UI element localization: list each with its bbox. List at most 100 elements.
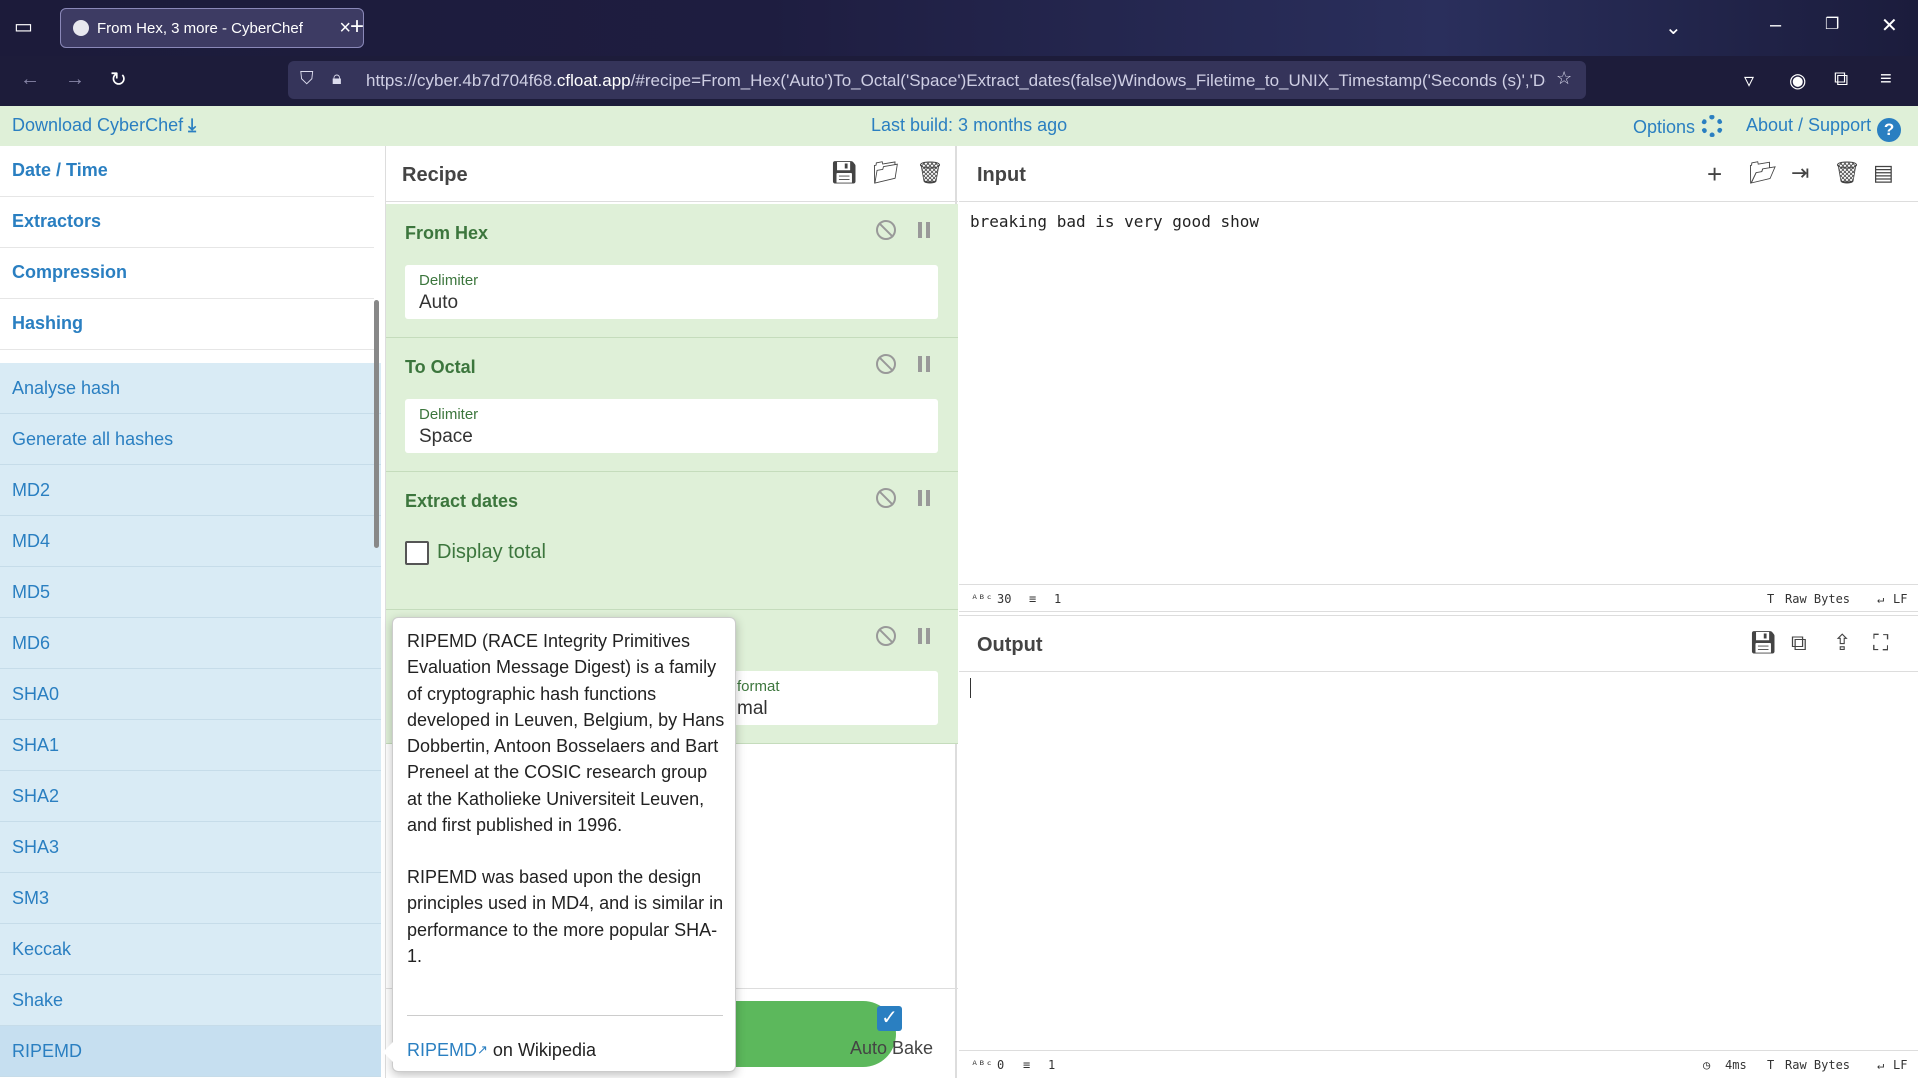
download-cyberchef-link[interactable]: Download CyberChef ⤓ bbox=[12, 115, 196, 136]
input-header: Input + 📂︎ ⇥ 🗑︎ ▤ bbox=[959, 146, 1918, 202]
disable-step-icon[interactable] bbox=[876, 354, 896, 374]
input-eol[interactable]: LF bbox=[1893, 592, 1907, 606]
browser-tab[interactable]: From Hex, 3 more - CyberChef × bbox=[60, 8, 364, 48]
save-recipe-icon[interactable]: 💾︎ bbox=[830, 160, 858, 186]
recipe-step-to-octal[interactable]: To Octal Delimiter Space bbox=[386, 338, 958, 472]
op-keccak[interactable]: Keccak bbox=[0, 924, 381, 975]
char-count-icon: ᴬᴮᶜ bbox=[971, 1058, 993, 1072]
list-tabs-chevron-icon[interactable]: ⌄ bbox=[1665, 15, 1682, 40]
category-hashing[interactable]: Hashing bbox=[0, 299, 374, 350]
field-value[interactable]: Space bbox=[419, 426, 473, 448]
add-input-icon[interactable]: + bbox=[1707, 159, 1722, 190]
disable-step-icon[interactable] bbox=[876, 626, 896, 646]
reset-layout-icon[interactable]: ▤ bbox=[1873, 160, 1894, 186]
display-total-label[interactable]: Display total bbox=[437, 541, 546, 564]
auto-bake-checkbox[interactable]: ✓ bbox=[877, 1006, 902, 1031]
url-text[interactable]: https://cyber.4b7d704f68.cfloat.app/#rec… bbox=[366, 71, 1546, 91]
pocket-icon[interactable]: ▿ bbox=[1744, 68, 1754, 93]
account-icon[interactable]: ◉ bbox=[1789, 68, 1806, 93]
op-generate-all-hashes[interactable]: Generate all hashes bbox=[0, 414, 381, 465]
op-shake[interactable]: Shake bbox=[0, 975, 381, 1026]
restore-icon[interactable]: ❐ bbox=[1825, 14, 1839, 34]
forward-icon[interactable]: → bbox=[65, 68, 85, 91]
maximise-output-icon[interactable]: ⛶ bbox=[1873, 630, 1888, 656]
window-close-icon[interactable]: ✕ bbox=[1881, 13, 1898, 38]
open-folder-icon[interactable]: 📂︎ bbox=[1749, 160, 1777, 186]
delimiter-field[interactable]: Delimiter Auto bbox=[405, 265, 938, 319]
op-md4[interactable]: MD4 bbox=[0, 516, 381, 567]
op-sha3[interactable]: SHA3 bbox=[0, 822, 381, 873]
wikipedia-link[interactable]: RIPEMD↗ bbox=[407, 1040, 488, 1060]
op-md5[interactable]: MD5 bbox=[0, 567, 381, 618]
load-recipe-icon[interactable]: 📁︎ bbox=[872, 160, 900, 186]
field-value[interactable]: Auto bbox=[419, 292, 458, 314]
input-encoding[interactable]: Raw Bytes bbox=[1785, 592, 1850, 606]
output-cursor[interactable] bbox=[970, 678, 971, 698]
char-count-icon: ᴬᴮᶜ bbox=[971, 592, 993, 606]
category-date-time[interactable]: Date / Time bbox=[0, 146, 374, 197]
category-compression[interactable]: Compression bbox=[0, 248, 374, 299]
extensions-icon[interactable]: ⧉ bbox=[1834, 68, 1848, 91]
recipe-header: Recipe 💾︎ 📁︎ 🗑︎ bbox=[386, 146, 958, 202]
options-button[interactable]: Options bbox=[1633, 115, 1724, 138]
address-bar[interactable]: ⛉ 🔒︎ https://cyber.4b7d704f68.cfloat.app… bbox=[288, 61, 1586, 99]
output-encoding[interactable]: Raw Bytes bbox=[1785, 1058, 1850, 1072]
disable-step-icon[interactable] bbox=[876, 488, 896, 508]
field-value[interactable]: mal bbox=[737, 698, 768, 720]
help-icon: ? bbox=[1877, 118, 1902, 142]
wikipedia-suffix: on Wikipedia bbox=[487, 1040, 596, 1060]
encoding-icon[interactable]: T bbox=[1767, 1058, 1774, 1072]
op-analyse-hash[interactable]: Analyse hash bbox=[0, 363, 381, 414]
encoding-icon[interactable]: T bbox=[1767, 592, 1774, 606]
op-ripemd[interactable]: RIPEMD bbox=[0, 1026, 381, 1077]
eol-icon[interactable]: ↵ bbox=[1877, 1058, 1884, 1072]
copy-output-icon[interactable]: ⧉ bbox=[1791, 630, 1807, 656]
new-tab-icon[interactable]: + bbox=[350, 13, 364, 41]
back-icon[interactable]: ← bbox=[20, 68, 40, 91]
op-sha1[interactable]: SHA1 bbox=[0, 720, 381, 771]
step-name: From Hex bbox=[405, 223, 489, 243]
op-md2[interactable]: MD2 bbox=[0, 465, 381, 516]
disable-step-icon[interactable] bbox=[876, 220, 896, 240]
output-status-bar: ᴬᴮᶜ 0 ≡ 1 ◷ 4ms T Raw Bytes ↵ LF bbox=[959, 1050, 1918, 1078]
bookmark-star-icon[interactable]: ☆ bbox=[1556, 68, 1572, 89]
clock-icon: ◷ bbox=[1703, 1058, 1711, 1072]
eol-icon[interactable]: ↵ bbox=[1877, 592, 1884, 606]
delimiter-field[interactable]: Delimiter Space bbox=[405, 399, 938, 453]
about-support-button[interactable]: About / Support? bbox=[1746, 115, 1902, 142]
display-total-checkbox[interactable] bbox=[405, 541, 429, 565]
breakpoint-icon[interactable] bbox=[918, 628, 930, 644]
op-sm3[interactable]: SM3 bbox=[0, 873, 381, 924]
open-file-icon[interactable]: ⇥ bbox=[1791, 160, 1809, 186]
menu-icon[interactable]: ≡ bbox=[1880, 68, 1892, 91]
breakpoint-icon[interactable] bbox=[918, 356, 930, 372]
op-sha0[interactable]: SHA0 bbox=[0, 669, 381, 720]
wikipedia-link-row: RIPEMD↗ on Wikipedia bbox=[407, 1037, 596, 1063]
lock-icon[interactable]: 🔒︎ bbox=[332, 68, 342, 89]
line-count-icon: ≡ bbox=[1029, 592, 1037, 606]
popover-arrow bbox=[383, 1042, 393, 1062]
recipe-step-from-hex[interactable]: From Hex Delimiter Auto bbox=[386, 204, 958, 338]
save-output-icon[interactable]: 💾︎ bbox=[1749, 630, 1777, 656]
input-textarea[interactable]: breaking bad is very good show bbox=[970, 212, 1259, 231]
tab-list-icon[interactable]: ▭ bbox=[14, 14, 33, 39]
output-char-count: 0 bbox=[997, 1058, 1005, 1072]
auto-bake-label[interactable]: Auto Bake bbox=[850, 1038, 933, 1059]
replace-input-icon[interactable]: ⇪ bbox=[1833, 630, 1851, 656]
options-label: Options bbox=[1633, 117, 1696, 137]
shield-icon[interactable]: ⛉ bbox=[300, 68, 314, 89]
clear-input-icon[interactable]: 🗑︎ bbox=[1833, 160, 1861, 186]
breakpoint-icon[interactable] bbox=[918, 490, 930, 506]
breakpoint-icon[interactable] bbox=[918, 222, 930, 238]
minimize-icon[interactable]: – bbox=[1770, 14, 1781, 37]
output-eol[interactable]: LF bbox=[1893, 1058, 1907, 1072]
category-extractors[interactable]: Extractors bbox=[0, 197, 374, 248]
last-build-text: Last build: 3 months ago bbox=[871, 115, 1068, 135]
op-sha2[interactable]: SHA2 bbox=[0, 771, 381, 822]
operations-scrollbar[interactable] bbox=[374, 300, 379, 548]
op-md6[interactable]: MD6 bbox=[0, 618, 381, 669]
reload-icon[interactable]: ↻ bbox=[110, 67, 127, 92]
recipe-step-extract-dates[interactable]: Extract dates Display total bbox=[386, 472, 958, 610]
clear-recipe-icon[interactable]: 🗑︎ bbox=[916, 160, 944, 186]
popover-description-2: RIPEMD was based upon the design princip… bbox=[407, 867, 724, 966]
